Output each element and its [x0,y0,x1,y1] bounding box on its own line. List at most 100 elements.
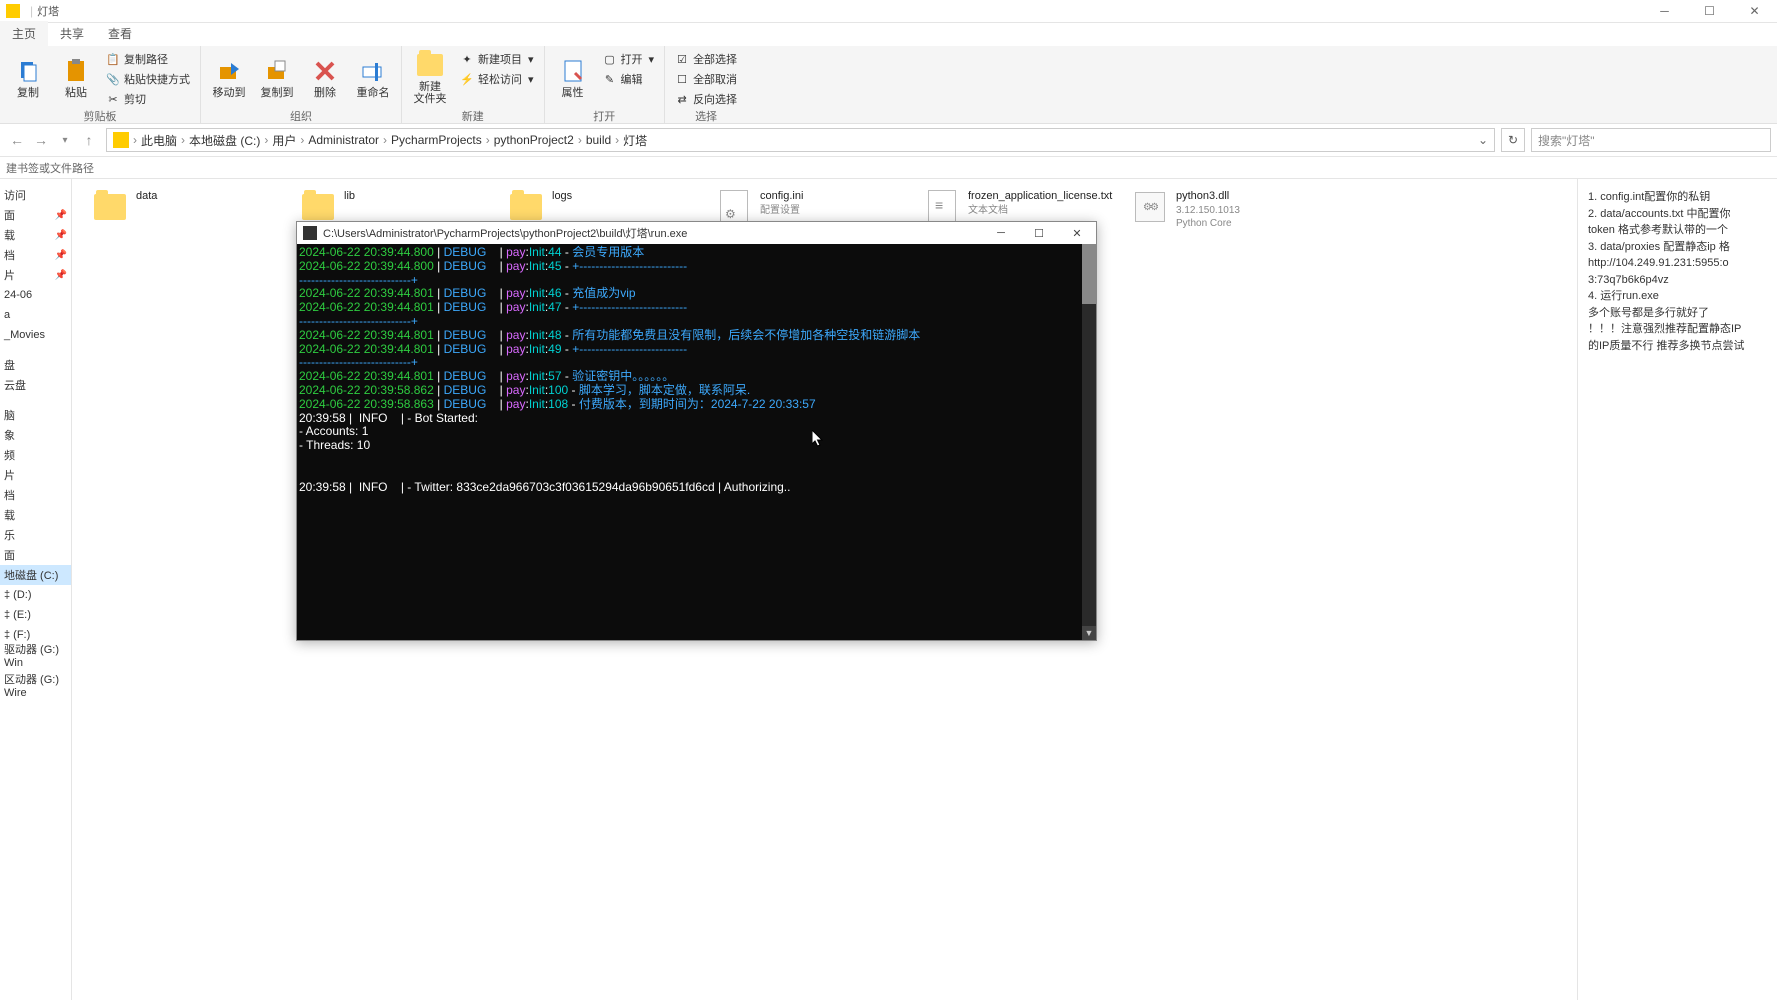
copy-to-button[interactable]: 复制到 [255,48,299,108]
ini-icon [716,189,752,225]
file-item-dll[interactable]: python3.dll3.12.150.1013Python Core [1132,189,1328,231]
sidebar-item[interactable]: 载 [0,505,71,525]
select-none-icon: ☐ [675,72,689,86]
new-item-icon: ✦ [460,52,474,66]
crumb-dengta[interactable]: 灯塔 [623,132,647,149]
sidebar-item[interactable]: _Movies [0,325,71,345]
sidebar-drive-e[interactable]: ‡ (E:) [0,605,71,625]
refresh-button[interactable]: ↻ [1501,128,1525,152]
nav-forward[interactable]: → [30,129,52,151]
sidebar-drive-d[interactable]: ‡ (D:) [0,585,71,605]
sidebar-drive-g1[interactable]: 驱动器 (G:) Win [0,645,71,665]
open-button[interactable]: ▢打开▾ [599,50,659,68]
tab-share[interactable]: 共享 [48,21,96,46]
sidebar-item[interactable]: 乐 [0,525,71,545]
file-item-data[interactable]: data [92,189,288,231]
nav-recent[interactable]: ▾ [54,129,76,151]
terminal-maximize[interactable]: ☐ [1020,222,1058,244]
sidebar-item[interactable]: 载📌 [0,225,71,245]
address-box[interactable]: ›此电脑 ›本地磁盘 (C:) ›用户 ›Administrator ›Pych… [106,128,1495,152]
bookmark-bar[interactable]: 建书签或文件路径 [0,157,1777,179]
select-all-button[interactable]: ☑全部选择 [671,50,741,68]
crumb-proj[interactable]: pythonProject2 [494,133,574,147]
sidebar-item[interactable]: 24-06 [0,285,71,305]
ribbon-group-new: 新建 文件夹 ✦新建项目▾ ⚡轻松访问▾ 新建 [402,46,545,123]
sidebar-item[interactable]: 象 [0,425,71,445]
details-line: 3. data/proxies 配置静态ip 格 [1588,239,1767,256]
scroll-thumb[interactable] [1082,244,1096,304]
address-bar-row: ← → ▾ ↑ ›此电脑 ›本地磁盘 (C:) ›用户 ›Administrat… [0,124,1777,157]
terminal-titlebar[interactable]: C:\Users\Administrator\PycharmProjects\p… [297,222,1096,244]
minimize-button[interactable]: ─ [1642,0,1687,23]
details-line: 的IP质量不行 推荐多换节点尝试 [1588,338,1767,355]
txt-icon [924,189,960,225]
pin-icon: 📌 [55,270,67,281]
paste-shortcut-button[interactable]: 📎粘贴快捷方式 [102,70,194,88]
invert-select-button[interactable]: ⇄反向选择 [671,90,741,108]
easy-access-button[interactable]: ⚡轻松访问▾ [456,70,538,88]
group-label-organize: 组织 [207,108,395,126]
select-all-icon: ☑ [675,52,689,66]
scroll-down-icon[interactable]: ▼ [1082,626,1096,640]
path-icon: 📋 [106,52,120,66]
folder-icon [508,189,544,225]
crumb-c[interactable]: 本地磁盘 (C:) [189,132,260,149]
maximize-button[interactable]: ☐ [1687,0,1732,23]
terminal-scrollbar[interactable]: ▲ ▼ [1082,244,1096,640]
sidebar-quick-access[interactable]: 访问 [0,185,71,205]
tab-home[interactable]: 主页 [0,21,48,46]
pin-icon: 📌 [55,250,67,261]
sidebar-item[interactable]: 面📌 [0,205,71,225]
new-item-button[interactable]: ✦新建项目▾ [456,50,538,68]
sidebar-item[interactable]: 云盘 [0,375,71,395]
sidebar-item[interactable]: a [0,305,71,325]
explorer-titlebar: | 灯塔 ─ ☐ ✕ [0,0,1777,23]
nav-back[interactable]: ← [6,129,28,151]
sidebar-item[interactable]: 档📌 [0,245,71,265]
new-folder-button[interactable]: 新建 文件夹 [408,48,452,108]
crumb-build[interactable]: build [586,133,611,147]
select-none-button[interactable]: ☐全部取消 [671,70,741,88]
quick-access-divider: | [30,4,33,18]
details-line: 2. data/accounts.txt 中配置你 [1588,206,1767,223]
sidebar-drive-g2[interactable]: 区动器 (G:) Wire [0,675,71,695]
sidebar-item[interactable]: 频 [0,445,71,465]
copy-path-button[interactable]: 📋复制路径 [102,50,194,68]
sidebar-item[interactable]: 片 [0,465,71,485]
sidebar-item[interactable]: 面 [0,545,71,565]
edit-button[interactable]: ✎编辑 [599,70,659,88]
terminal-minimize[interactable]: ─ [982,222,1020,244]
crumb-admin[interactable]: Administrator [308,133,379,147]
details-line: 4. 运行run.exe [1588,288,1767,305]
paste-button[interactable]: 粘贴 [54,48,98,108]
sidebar-this-pc[interactable]: 脑 [0,405,71,425]
delete-button[interactable]: 删除 [303,48,347,108]
search-input[interactable]: 搜索"灯塔" [1531,128,1771,152]
sidebar-item[interactable]: 盘 [0,355,71,375]
rename-button[interactable]: 重命名 [351,48,395,108]
crumb-thispc[interactable]: 此电脑 [141,132,177,149]
terminal-body[interactable]: 2024-06-22 20:39:44.800 | DEBUG | pay:In… [297,244,1096,640]
window-title: 灯塔 [37,3,59,19]
folder-icon [300,189,336,225]
move-icon [215,57,243,85]
copy-button[interactable]: 复制 [6,48,50,108]
nav-up[interactable]: ↑ [78,129,100,151]
sidebar-item[interactable]: 片📌 [0,265,71,285]
crumb-pycharm[interactable]: PycharmProjects [391,133,482,147]
details-line: 多个账号都是多行就好了 [1588,305,1767,322]
sidebar-item[interactable]: 档 [0,485,71,505]
close-button[interactable]: ✕ [1732,0,1777,23]
folder-icon [92,189,128,225]
terminal-close[interactable]: ✕ [1058,222,1096,244]
tab-view[interactable]: 查看 [96,21,144,46]
address-dropdown[interactable]: ⌄ [1478,133,1488,147]
move-to-button[interactable]: 移动到 [207,48,251,108]
cut-button[interactable]: ✂剪切 [102,90,194,108]
dll-icon [1132,189,1168,225]
crumb-users[interactable]: 用户 [272,132,296,149]
sidebar-drive-c[interactable]: 地磁盘 (C:) [0,565,71,585]
sidebar: 访问 面📌 载📌 档📌 片📌 24-06 a _Movies 盘 云盘 脑 象 … [0,179,72,1000]
properties-button[interactable]: 属性 [551,48,595,108]
group-label-select: 选择 [671,108,741,126]
